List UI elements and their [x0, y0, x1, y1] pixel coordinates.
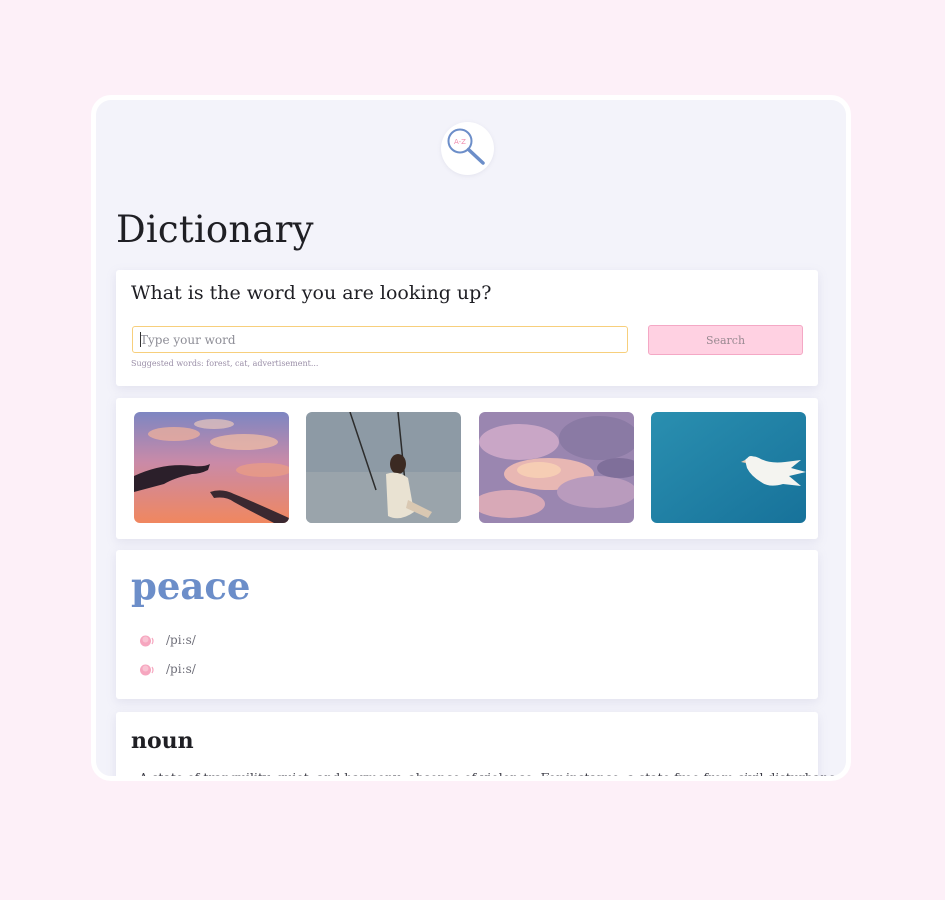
suggested-words: Suggested words: forest, cat, advertisem… — [131, 359, 319, 368]
phonetic-text: /piːs/ — [166, 633, 196, 647]
photo-white-dove[interactable] — [651, 412, 806, 523]
meaning-card: noun A state of tranquility, quiet, and … — [116, 712, 846, 776]
photo-hands-sunset[interactable] — [134, 412, 289, 523]
search-card: What is the word you are looking up? Sea… — [116, 270, 818, 386]
search-input[interactable] — [132, 326, 628, 353]
word-card: peace /piːs/ /piːs/ — [116, 550, 818, 699]
photo-girl-on-swing[interactable] — [306, 412, 461, 523]
definition-text: A state of tranquility, quiet, and harmo… — [139, 770, 847, 781]
logo-text: A-Z — [454, 138, 466, 146]
search-heading: What is the word you are looking up? — [131, 282, 492, 304]
search-button[interactable]: Search — [648, 325, 803, 355]
magnifier-a-z-icon: A-Z — [447, 128, 485, 165]
phonetic-text: /piːs/ — [166, 662, 196, 676]
logo: A-Z — [441, 122, 494, 175]
image-gallery — [116, 398, 818, 539]
page-title: Dictionary — [116, 208, 314, 251]
part-of-speech: noun — [131, 728, 194, 754]
speaker-icon[interactable] — [138, 633, 156, 649]
dictionary-app: A-Z Dictionary What is the word you are … — [91, 95, 851, 781]
speaker-icon[interactable] — [138, 662, 156, 678]
word-title: peace — [131, 564, 251, 608]
text-caret — [140, 332, 141, 347]
photo-clouds-pink[interactable] — [479, 412, 634, 523]
